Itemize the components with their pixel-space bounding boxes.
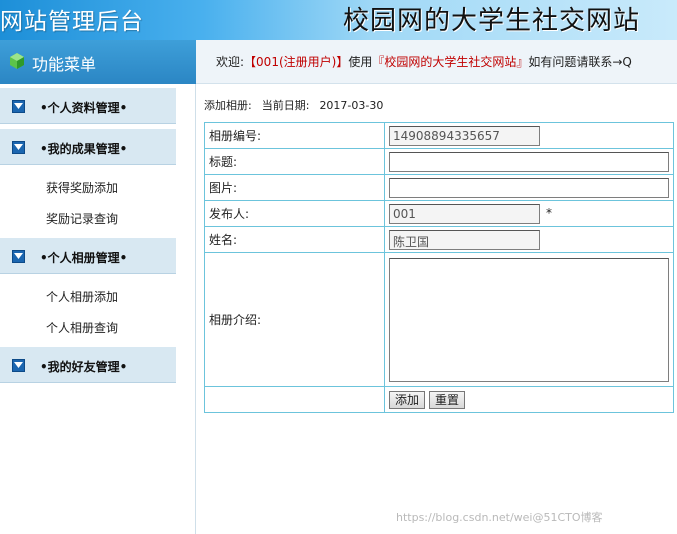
form-row-buttons: 添加 重置 <box>204 386 674 413</box>
album-no-input[interactable]: 14908894335657 <box>389 125 540 146</box>
admin-title: 网站管理后台 <box>0 9 144 35</box>
title-input[interactable] <box>389 151 669 172</box>
current-user: 【001(注册用户)】 <box>244 55 349 69</box>
sidebar-category-friends[interactable]: •我的好友管理• <box>0 347 176 383</box>
sidebar-item-album-query[interactable]: 个人相册查询 <box>46 319 118 336</box>
section-title: 添加相册: <box>204 99 252 112</box>
date-label: 当前日期: <box>261 99 310 112</box>
form-row-image: 图片: <box>204 174 674 201</box>
name-input[interactable]: 陈卫国 <box>389 229 540 250</box>
intro-textarea[interactable] <box>389 257 669 382</box>
gem-icon <box>10 53 24 69</box>
form-row-name: 姓名: 陈卫国 <box>204 226 674 253</box>
title-label: 标题: <box>204 148 385 175</box>
sidebar-item-award-add[interactable]: 获得奖励添加 <box>46 179 118 196</box>
required-mark: * <box>546 206 552 220</box>
menu-header: 功能菜单 <box>0 40 196 84</box>
welcome-message: 欢迎:【001(注册用户)】使用『校园网的大学生社交网站』如有问题请联系→Q <box>216 55 632 69</box>
menu-title-text: 功能菜单 <box>32 55 97 74</box>
expand-icon <box>12 141 25 154</box>
form-row-publisher: 发布人: 001 * <box>204 200 674 227</box>
page-heading: 添加相册: 当前日期: 2017-03-30 <box>204 97 383 113</box>
expand-icon <box>12 250 25 263</box>
date-value: 2017-03-30 <box>319 99 384 112</box>
sidebar-item-album-add[interactable]: 个人相册添加 <box>46 288 118 305</box>
expand-icon <box>12 359 25 372</box>
intro-label: 相册介绍: <box>204 252 385 387</box>
form-row-album-no: 相册编号: 14908894335657 <box>204 122 674 149</box>
sidebar-category-achievements[interactable]: •我的成果管理• <box>0 129 176 165</box>
form-row-intro: 相册介绍: <box>204 252 674 387</box>
publisher-input[interactable]: 001 <box>389 203 540 224</box>
add-button[interactable]: 添加 <box>389 390 426 409</box>
name-label: 姓名: <box>204 226 385 253</box>
sidebar-category-album[interactable]: •个人相册管理• <box>0 238 176 274</box>
publisher-label: 发布人: <box>204 200 385 227</box>
album-form: 相册编号: 14908894335657 标题: 图片: 发布人: 001 * 姓… <box>204 122 674 413</box>
sidebar-category-profile[interactable]: •个人资料管理• <box>0 88 176 124</box>
reset-button[interactable]: 重置 <box>429 390 466 409</box>
form-row-title: 标题: <box>204 148 674 175</box>
site-name: 『校园网的大学生社交网站』 <box>372 55 529 69</box>
sidebar-item-award-query[interactable]: 奖励记录查询 <box>46 210 118 227</box>
watermark: https://blog.csdn.net/wei@51CTO博客 <box>396 511 603 524</box>
album-no-label: 相册编号: <box>204 122 385 149</box>
top-banner: 网站管理后台 校园网的大学生社交网站 <box>0 0 677 40</box>
site-title: 校园网的大学生社交网站 <box>343 6 641 36</box>
expand-icon <box>12 100 25 113</box>
sidebar: •个人资料管理• •我的成果管理• 获得奖励添加 奖励记录查询 •个人相册管理•… <box>0 84 196 534</box>
image-label: 图片: <box>204 174 385 201</box>
image-input[interactable] <box>389 177 669 198</box>
